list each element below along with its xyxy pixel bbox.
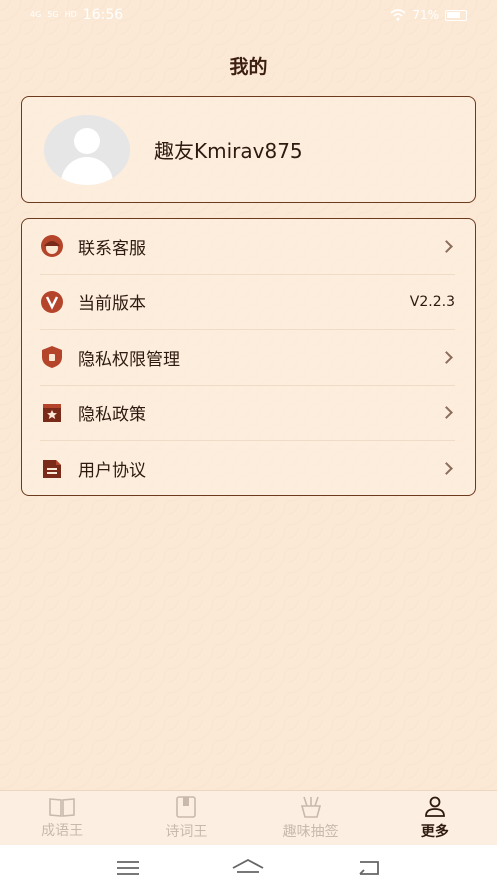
page-title: 我的 xyxy=(229,56,268,78)
status-bar: 4G 5G HD 16:56 71% xyxy=(0,0,497,30)
person-icon xyxy=(424,796,445,817)
menu-item-label: 当前版本 xyxy=(78,294,146,315)
wifi-icon xyxy=(390,9,406,21)
menu-item-version[interactable]: 当前版本 V2.2.3 xyxy=(40,275,455,330)
menu-item-user-agreement[interactable]: 用户协议 xyxy=(40,441,455,497)
menu-item-label: 用户协议 xyxy=(78,461,146,482)
chevron-right-icon xyxy=(440,350,453,364)
menu-item-privacy-permissions[interactable]: 隐私权限管理 xyxy=(40,330,455,386)
chevron-right-icon xyxy=(440,239,453,253)
status-time: 16:56 xyxy=(82,7,124,23)
menu-item-label: 隐私权限管理 xyxy=(78,349,180,370)
bottom-nav: 成语王 诗词王 趣味抽签 更多 xyxy=(0,790,497,845)
book-icon xyxy=(49,797,75,817)
menu-icon[interactable] xyxy=(115,859,141,877)
menu-item-label: 联系客服 xyxy=(78,238,146,259)
menu-item-privacy-policy[interactable]: 隐私政策 xyxy=(40,386,455,441)
menu-card: 联系客服 当前版本 V2.2.3 隐私权限管理 隐私政策 用户协议 xyxy=(21,218,476,496)
version-value: V2.2.3 xyxy=(409,293,455,310)
tab-fun-fortune[interactable]: 趣味抽签 xyxy=(249,791,373,845)
tab-label: 成语王 xyxy=(41,822,84,839)
tab-label: 趣味抽签 xyxy=(282,823,339,840)
tab-idiom-king[interactable]: 成语王 xyxy=(0,791,124,845)
tab-more[interactable]: 更多 xyxy=(373,791,497,845)
shield-icon xyxy=(40,345,64,369)
signal-5g: 5G xyxy=(47,10,59,19)
status-left: 4G 5G HD 16:56 xyxy=(30,7,123,23)
version-icon xyxy=(40,290,64,314)
customer-service-icon xyxy=(40,234,64,258)
document-icon xyxy=(40,457,64,481)
star-bookmark-icon xyxy=(40,401,64,425)
battery-icon xyxy=(445,9,467,21)
hd-badge: HD xyxy=(64,10,77,19)
chevron-right-icon xyxy=(440,406,453,420)
battery-percent: 71% xyxy=(412,8,439,22)
fortune-sticks-icon xyxy=(300,796,321,818)
tab-label: 更多 xyxy=(420,823,449,840)
menu-item-label: 隐私政策 xyxy=(78,405,146,426)
profile-card[interactable]: 趣友Kmirav875 xyxy=(21,96,476,203)
chevron-right-icon xyxy=(440,462,453,476)
back-icon[interactable] xyxy=(356,859,382,877)
menu-item-customer-service[interactable]: 联系客服 xyxy=(40,219,455,275)
tab-label: 诗词王 xyxy=(165,823,208,840)
notebook-icon xyxy=(176,795,197,818)
signal-4g: 4G xyxy=(30,10,42,19)
system-nav-bar xyxy=(0,845,497,891)
home-icon[interactable] xyxy=(231,858,265,878)
tab-poetry-king[interactable]: 诗词王 xyxy=(124,791,248,845)
username: 趣友Kmirav875 xyxy=(154,139,303,163)
status-right: 71% xyxy=(390,8,467,22)
avatar[interactable] xyxy=(44,114,130,185)
